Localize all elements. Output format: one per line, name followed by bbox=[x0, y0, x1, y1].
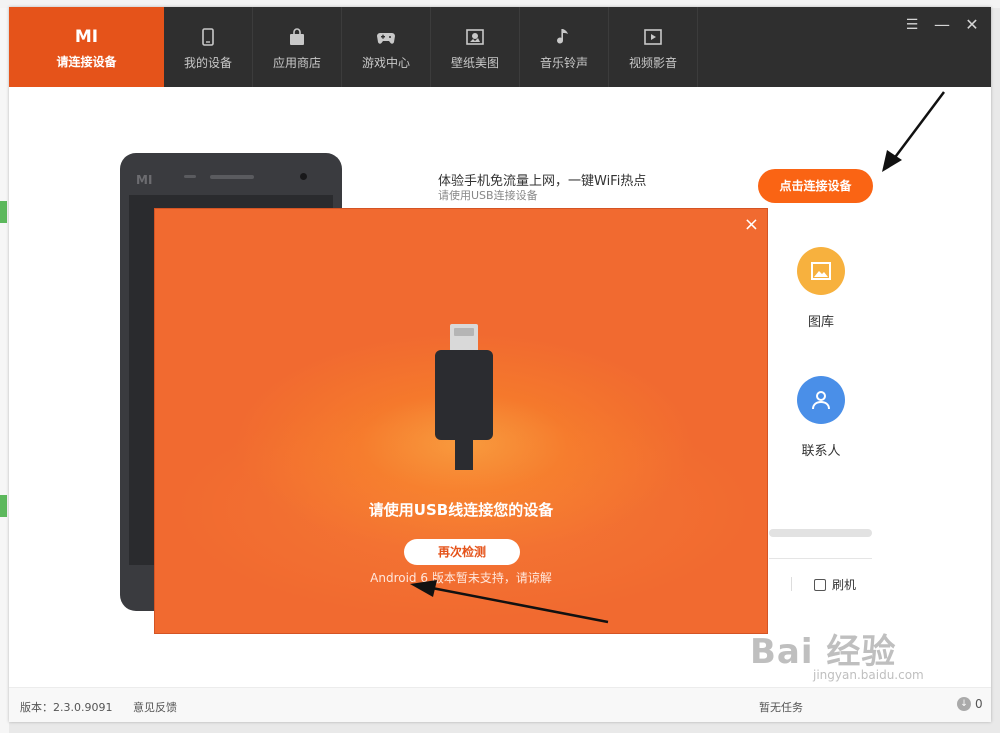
baidu-watermark: Bai 经验 jingyan.baidu.com bbox=[750, 624, 924, 682]
watermark-brand: Bai 经验 bbox=[750, 632, 897, 672]
arrow-to-connect-button bbox=[882, 91, 945, 172]
arrow-to-android-note bbox=[410, 580, 609, 624]
watermark-url: jingyan.baidu.com bbox=[813, 668, 924, 682]
